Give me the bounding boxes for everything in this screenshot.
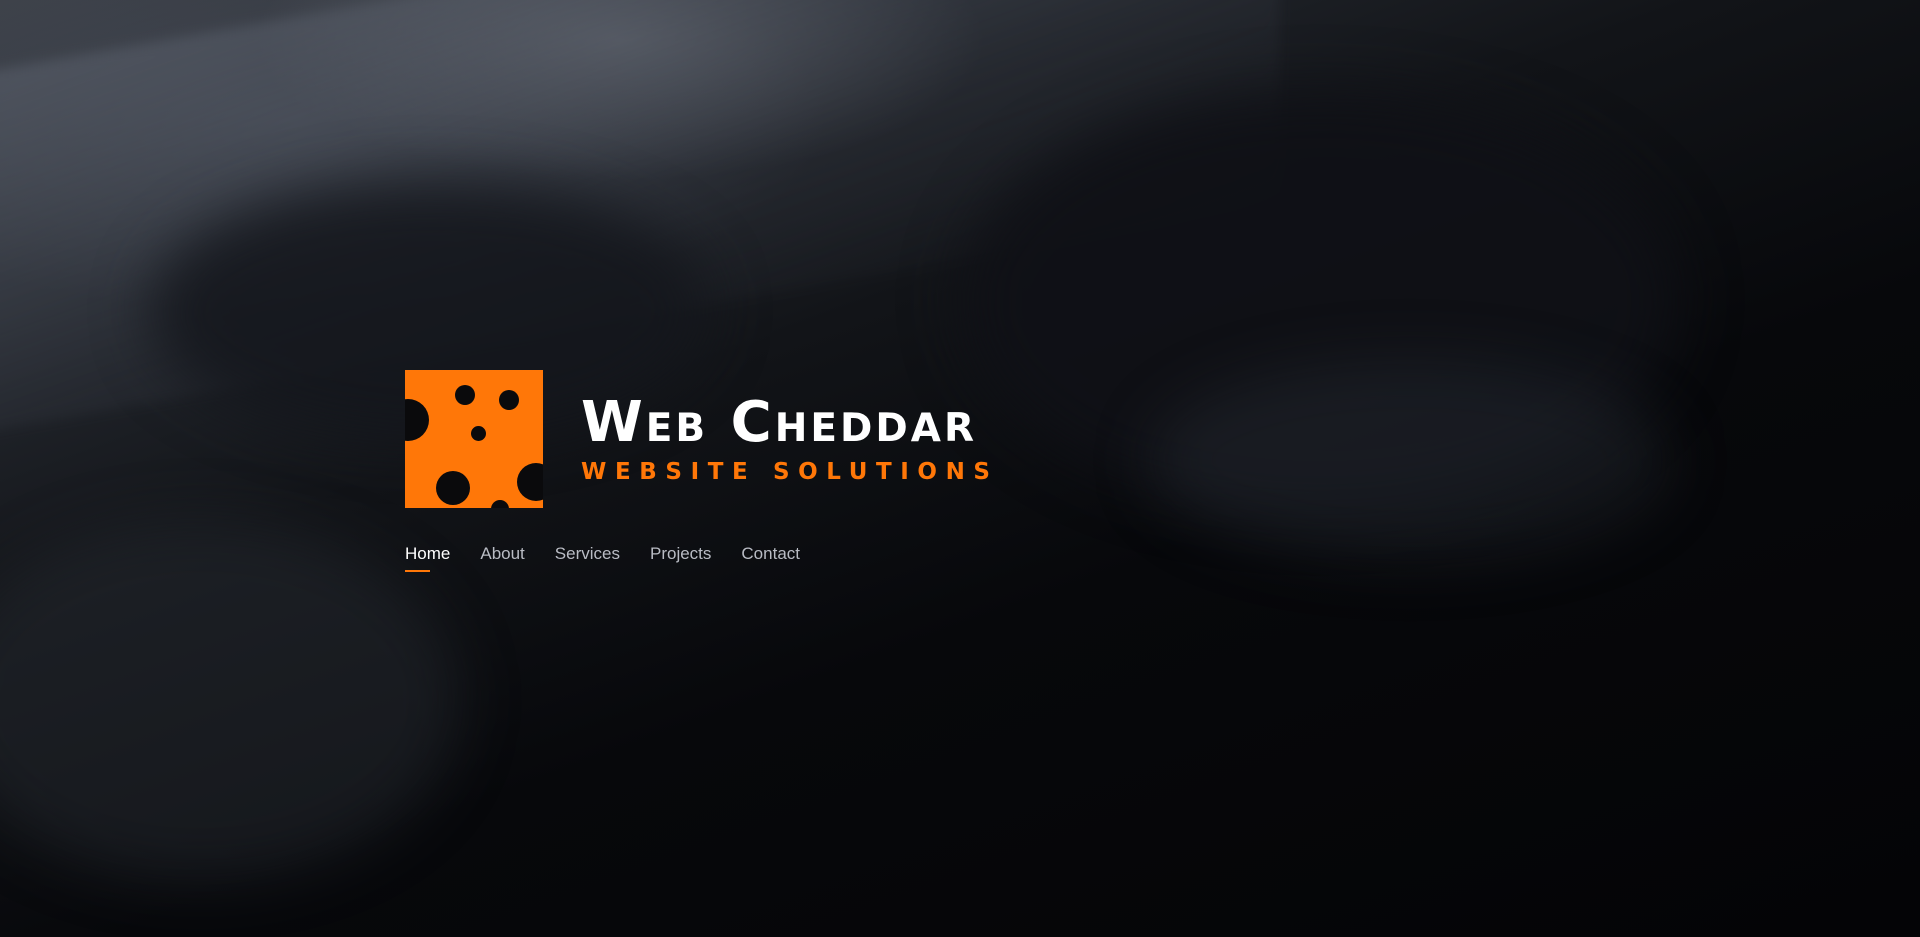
brand-name: Web Cheddar (581, 389, 977, 455)
cheese-icon (405, 370, 543, 508)
nav-item-contact[interactable]: Contact (741, 544, 800, 572)
nav-item-label: Services (554, 544, 620, 563)
nav-item-about[interactable]: About (480, 544, 524, 572)
nav-item-label: Projects (649, 544, 712, 563)
nav-item-label: Home (405, 544, 451, 563)
background-keyboard-left (0, 520, 460, 880)
nav-item-label: Contact (741, 544, 800, 563)
active-indicator (405, 570, 430, 572)
nav-item-home[interactable]: Home (405, 544, 450, 572)
brand-text: Web Cheddar WEBSITE SOLUTIONS (581, 389, 999, 485)
nav-item-services[interactable]: Services (555, 544, 620, 572)
nav-item-projects[interactable]: Projects (650, 544, 711, 572)
brand-tagline: WEBSITE SOLUTIONS (581, 458, 999, 485)
background-keyboard-right (1150, 360, 1670, 560)
main-nav: Home About Services Projects Contact (405, 544, 800, 572)
hero-background: Web Cheddar WEBSITE SOLUTIONS Home About… (0, 0, 1920, 937)
brand-logo[interactable]: Web Cheddar WEBSITE SOLUTIONS (405, 370, 999, 508)
nav-item-label: About (480, 544, 525, 563)
